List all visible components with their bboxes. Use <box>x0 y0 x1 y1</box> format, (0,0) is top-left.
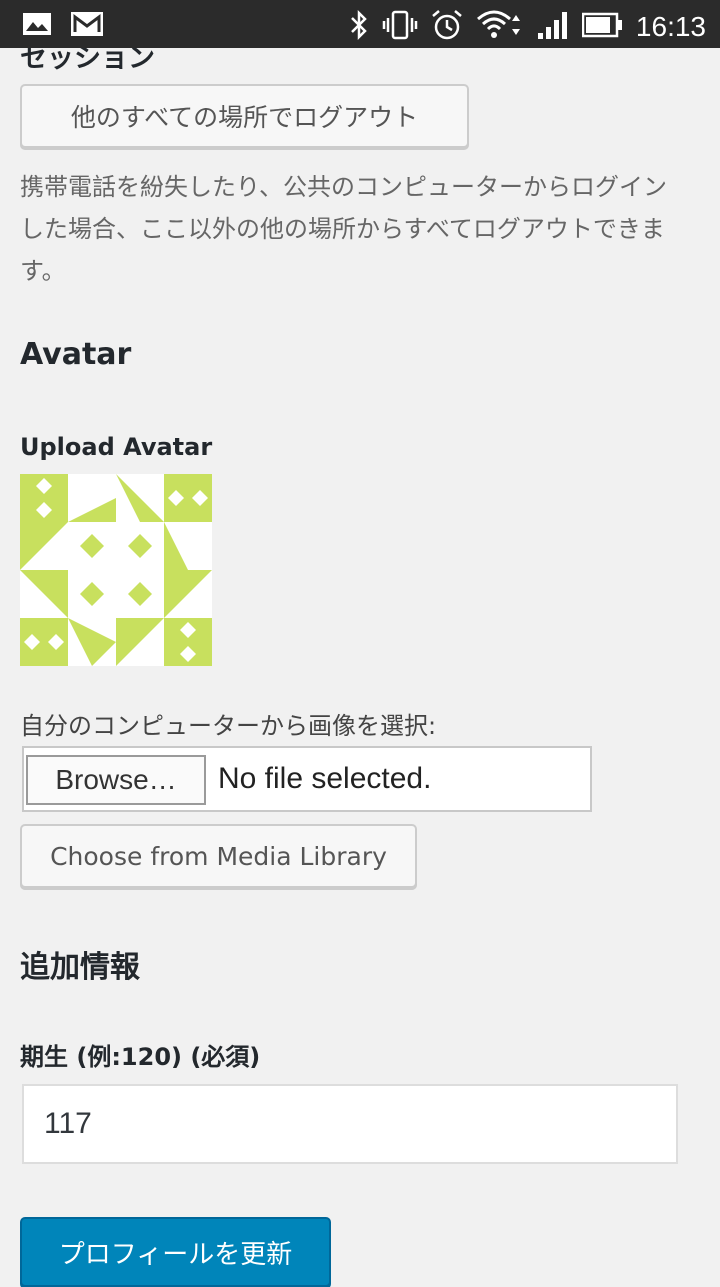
sessions-description: 携帯電話を紛失したり、公共のコンピューターからログインした場合、ここ以外の他の場… <box>20 173 668 285</box>
avatar-heading: Avatar <box>20 337 132 372</box>
media-library-label: Choose from Media Library <box>50 841 387 871</box>
upload-avatar-label: Upload Avatar <box>20 433 213 461</box>
term-field-label: 期生 (例:120) (必須) <box>20 1043 261 1071</box>
vibrate-icon <box>382 9 418 45</box>
file-status: No file selected. <box>218 762 432 795</box>
update-profile-button[interactable]: プロフィールを更新 <box>20 1217 331 1287</box>
alarm-icon <box>430 8 464 46</box>
logout-everywhere-label: 他のすべての場所でログアウト <box>70 103 419 132</box>
clock: 16:13 <box>635 11 706 42</box>
update-profile-label: プロフィールを更新 <box>58 1239 293 1270</box>
avatar-file-input[interactable]: Browse… No file selected. <box>22 746 592 812</box>
browse-button[interactable]: Browse… <box>26 755 206 805</box>
wifi-icon <box>476 9 524 45</box>
gmail-icon <box>70 10 104 42</box>
image-icon <box>22 10 52 42</box>
choose-file-label: 自分のコンピューターから画像を選択: <box>20 712 437 740</box>
media-library-button[interactable]: Choose from Media Library <box>20 824 417 888</box>
logout-everywhere-button[interactable]: 他のすべての場所でログアウト <box>20 84 469 148</box>
avatar-image <box>20 474 212 666</box>
bluetooth-icon <box>348 9 370 45</box>
battery-icon <box>581 11 624 43</box>
term-input[interactable]: 117 <box>22 1084 678 1164</box>
signal-icon <box>536 9 570 45</box>
status-bar: 16:13 <box>0 0 720 48</box>
additional-info-heading: 追加情報 <box>20 950 140 985</box>
